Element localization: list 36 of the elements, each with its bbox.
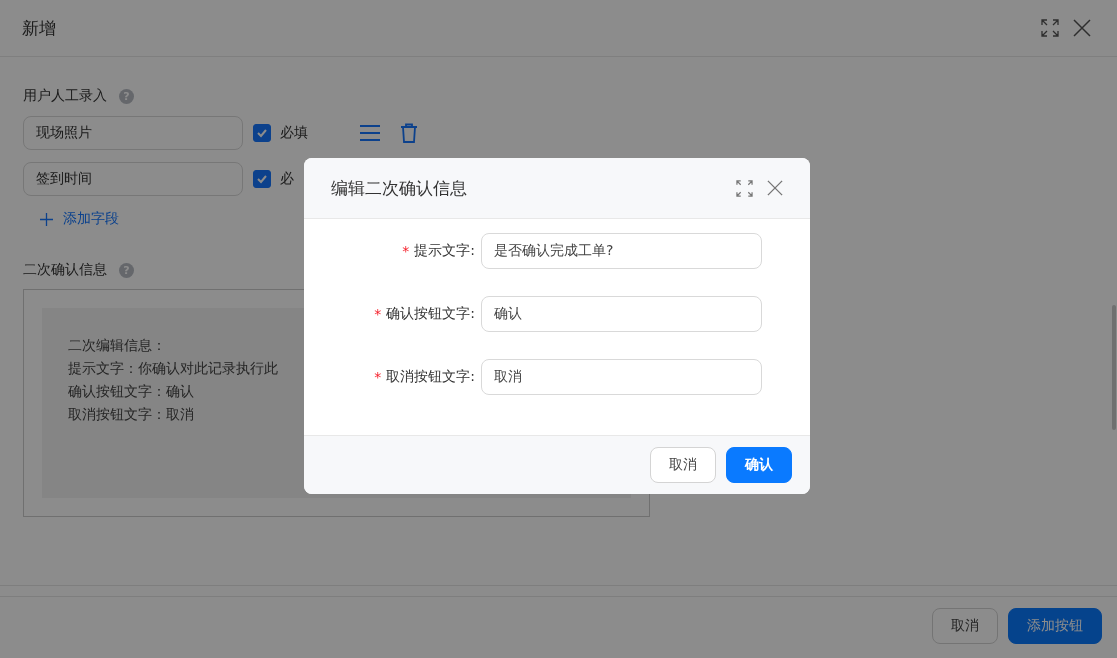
required-mark: * (374, 306, 382, 322)
checkmark-icon (256, 127, 268, 139)
close-icon[interactable] (1073, 19, 1091, 37)
field-label: 确认按钮文字: (386, 305, 475, 323)
plus-icon (40, 212, 53, 226)
checkmark-icon (256, 173, 268, 185)
section-label: 二次确认信息 (23, 261, 107, 279)
field-label: 提示文字: (414, 242, 475, 260)
preview-text: 取消按钮文字：取消 (68, 405, 194, 424)
window-title: 新增 (22, 16, 56, 40)
required-mark: * (374, 369, 382, 385)
confirm-button[interactable]: 确认 (726, 447, 792, 483)
cancel-button[interactable]: 取消 (650, 447, 716, 483)
trash-icon[interactable] (400, 123, 418, 143)
add-field-link[interactable]: 添加字段 (23, 207, 119, 231)
input-field[interactable]: 现场照片 (23, 116, 243, 150)
input-field[interactable]: 签到时间 (23, 162, 243, 196)
fullscreen-icon[interactable] (1041, 19, 1059, 37)
input-field[interactable]: 是否确认完成工单? (481, 233, 762, 269)
preview-text: 提示文字：你确认对此记录执行此 (68, 359, 278, 378)
menu-icon[interactable] (360, 125, 380, 141)
section-label: 用户人工录入 (23, 87, 107, 105)
input-field[interactable]: 取消 (481, 359, 762, 395)
field-label: 取消按钮文字: (386, 368, 475, 386)
cancel-button[interactable]: 取消 (932, 608, 998, 644)
checkbox-label: 必填 (280, 124, 309, 142)
required-mark: * (402, 243, 410, 259)
dialog-title: 编辑二次确认信息 (331, 176, 467, 200)
preview-text: 二次编辑信息： (68, 336, 166, 355)
preview-text: 确认按钮文字：确认 (68, 382, 194, 401)
checkbox[interactable] (253, 124, 271, 142)
fullscreen-icon[interactable] (736, 179, 753, 197)
input-field[interactable]: 确认 (481, 296, 762, 332)
checkbox[interactable] (253, 170, 271, 188)
close-icon[interactable] (767, 180, 783, 196)
add-button[interactable]: 添加按钮 (1008, 608, 1102, 644)
